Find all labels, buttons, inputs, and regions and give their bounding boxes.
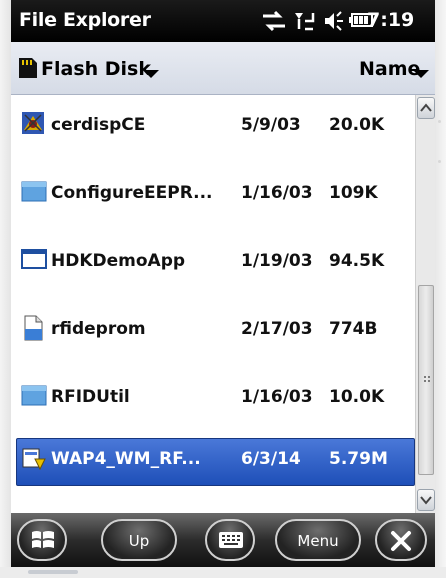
- folder-header: Flash Disk Name: [11, 42, 435, 95]
- installer-icon: [21, 445, 46, 471]
- folder-icon: [21, 383, 47, 407]
- file-name: rfideprom: [51, 319, 146, 339]
- file-row[interactable]: RFIDUtil 1/16/03 10.0K: [11, 367, 415, 427]
- sort-dropdown[interactable]: Name: [359, 58, 420, 80]
- file-date: 2/17/03: [241, 319, 313, 339]
- file-name: cerdispCE: [51, 115, 146, 135]
- windows-start-icon: [29, 527, 57, 557]
- scroll-down-button[interactable]: [417, 489, 435, 511]
- file-row-selected[interactable]: WAP4_WM_RF... 6/3/14 5.79M: [11, 435, 415, 495]
- file-name: ConfigureEEPR...: [51, 183, 213, 203]
- keyboard-button[interactable]: [205, 519, 255, 561]
- file-size: 774B: [329, 319, 378, 339]
- file-size: 5.79M: [329, 449, 388, 469]
- file-row[interactable]: rfideprom 2/17/03 774B: [11, 299, 415, 359]
- screen: File Explorer 7:19 Flash Disk Name cerdi…: [11, 0, 435, 567]
- file-row[interactable]: cerdispCE 5/9/03 20.0K: [11, 95, 415, 155]
- soft-key-bar: Up Menu: [11, 513, 435, 567]
- vertical-scrollbar[interactable]: [415, 95, 435, 513]
- device-frame-shadow: [28, 570, 78, 574]
- device-frame-left: [0, 0, 11, 578]
- scroll-up-button[interactable]: [417, 97, 435, 119]
- file-size: 10.0K: [329, 387, 385, 407]
- folder-dropdown[interactable]: Flash Disk: [41, 58, 151, 80]
- app-icon: [21, 111, 45, 135]
- close-icon: [389, 529, 413, 557]
- clock: 7:19: [367, 9, 415, 31]
- file-size: 94.5K: [329, 251, 385, 271]
- file-row[interactable]: ConfigureEEPR... 1/16/03 109K: [11, 163, 415, 223]
- file-name: WAP4_WM_RF...: [51, 449, 201, 469]
- document-icon: [21, 315, 45, 341]
- window-icon: [21, 247, 47, 271]
- scroll-thumb[interactable]: [418, 285, 434, 475]
- sort-chevron-down-icon[interactable]: [413, 70, 429, 78]
- file-list: cerdispCE 5/9/03 20.0K ConfigureEEPR... …: [11, 95, 415, 513]
- title-bar: File Explorer 7:19: [11, 0, 435, 42]
- file-row[interactable]: HDKDemoApp 1/19/03 94.5K: [11, 231, 415, 291]
- menu-button[interactable]: Menu: [275, 519, 361, 561]
- file-date: 1/16/03: [241, 387, 313, 407]
- folder-icon: [21, 179, 47, 203]
- keyboard-icon: [218, 530, 244, 554]
- folder-chevron-down-icon[interactable]: [143, 70, 159, 78]
- file-name: HDKDemoApp: [51, 251, 186, 271]
- file-size: 109K: [329, 183, 378, 203]
- file-date: 1/19/03: [241, 251, 313, 271]
- volume-icon[interactable]: [323, 10, 345, 36]
- signal-icon[interactable]: [293, 9, 317, 37]
- menu-button-label: Menu: [297, 532, 339, 550]
- start-button[interactable]: [17, 519, 67, 561]
- up-button-label: Up: [128, 532, 150, 550]
- close-button[interactable]: [375, 519, 427, 561]
- file-size: 20.0K: [329, 115, 385, 135]
- app-title: File Explorer: [19, 9, 151, 31]
- file-name: RFIDUtil: [51, 387, 130, 407]
- storage-card-icon: [17, 56, 39, 84]
- file-date: 5/9/03: [241, 115, 301, 135]
- file-date: 1/16/03: [241, 183, 313, 203]
- file-date: 6/3/14: [241, 449, 301, 469]
- device-frame-right: [435, 0, 446, 578]
- connectivity-icon[interactable]: [261, 10, 287, 36]
- up-button[interactable]: Up: [101, 519, 177, 561]
